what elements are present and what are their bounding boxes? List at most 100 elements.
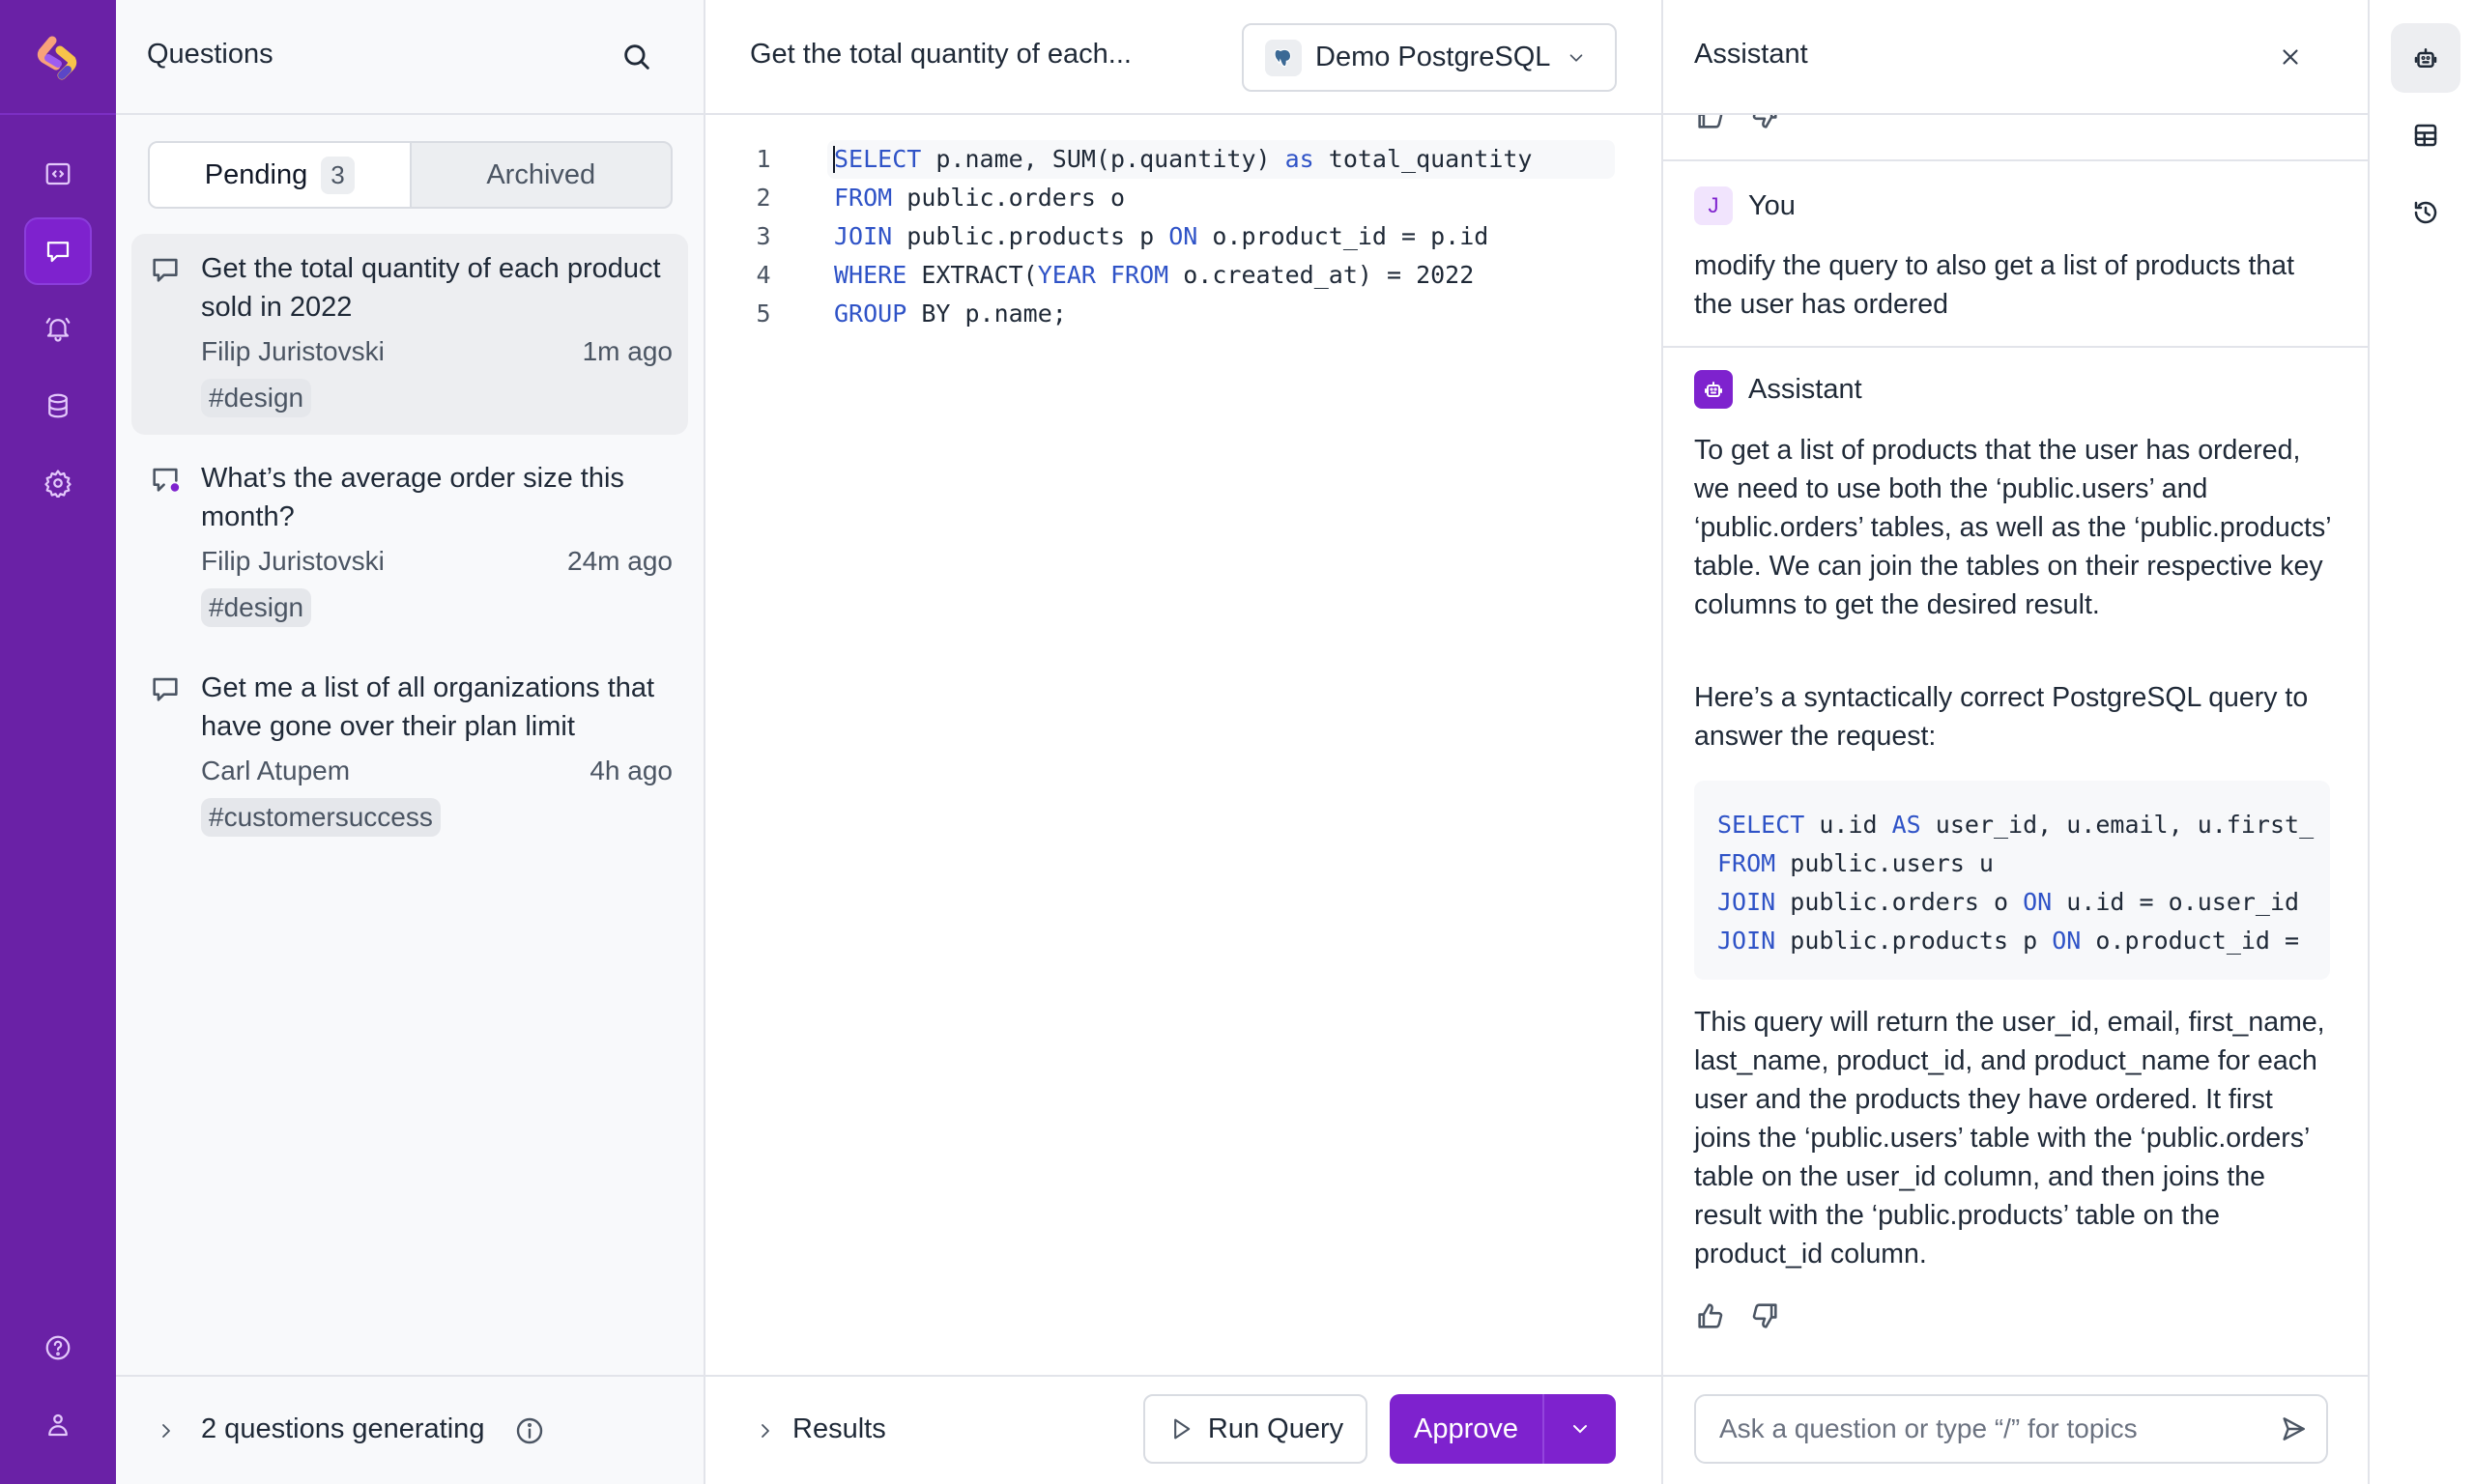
assistant-avatar	[1694, 370, 1733, 409]
text-caret	[833, 146, 835, 173]
questions-panel: Questions Pending 3 Archived Get the tot…	[116, 0, 705, 1484]
chevron-right-icon	[162, 1424, 170, 1438]
nav-editor[interactable]	[24, 140, 92, 208]
database-label: Demo PostgreSQL	[1315, 42, 1551, 72]
code-line[interactable]: 4 WHERE EXTRACT(YEAR FROM o.created_at) =…	[705, 256, 1661, 295]
rail-assistant[interactable]	[2391, 23, 2460, 93]
info-icon[interactable]	[514, 1415, 545, 1446]
app-logo[interactable]	[35, 35, 81, 81]
code-window-icon	[45, 162, 71, 186]
chevron-right-icon[interactable]	[754, 1419, 777, 1442]
sql-text: user_id, u.email, u.first_	[1920, 811, 2315, 839]
sql-keyword: AS	[1891, 811, 1921, 839]
sql-keyword: FROM	[1717, 849, 1776, 877]
message-author: Assistant	[1748, 373, 1862, 405]
table-icon	[2414, 124, 2437, 147]
question-tag[interactable]: #customersuccess	[201, 798, 441, 837]
question-author: Carl Atupem	[201, 756, 351, 785]
nav-databases[interactable]	[24, 372, 92, 440]
code-line: SELECT u.id AS user_id, u.email, u.first…	[1717, 806, 2330, 844]
question-item[interactable]: Get me a list of all organizations that …	[131, 653, 688, 854]
thumbs-down-icon[interactable]	[1748, 115, 1781, 132]
sql-text: total_quantity	[1313, 145, 1533, 173]
code-line[interactable]: 3 JOIN public.products p ON o.product_id …	[705, 217, 1661, 256]
assistant-code-block[interactable]: SELECT u.id AS user_id, u.email, u.first…	[1694, 781, 2330, 980]
database-select[interactable]: Demo PostgreSQL	[1242, 23, 1617, 92]
tab-pending[interactable]: Pending 3	[150, 143, 412, 207]
questions-title: Questions	[147, 39, 273, 70]
search-icon[interactable]	[620, 41, 653, 73]
postgresql-icon	[1265, 39, 1302, 76]
code-line[interactable]: 2 FROM public.orders o	[705, 179, 1661, 217]
results-toggle[interactable]: Results	[792, 1413, 886, 1445]
code-line[interactable]: 5 GROUP BY p.name;	[705, 295, 1661, 333]
line-number: 3	[756, 222, 771, 250]
nav-profile[interactable]	[24, 1391, 92, 1459]
message-outro: This query will return the user_id, emai…	[1694, 1007, 2325, 1270]
question-author: Filip Juristovski	[201, 336, 385, 366]
nav-alerts[interactable]	[24, 295, 92, 362]
question-tag[interactable]: #design	[201, 379, 312, 417]
generating-footer[interactable]: 2 questions generating	[116, 1375, 704, 1484]
assistant-message: Assistant To get a list of products that…	[1663, 348, 2368, 1375]
sql-text: public.users u	[1775, 849, 1994, 877]
question-tag[interactable]: #design	[201, 588, 312, 627]
tab-label: Pending	[204, 158, 308, 190]
ask-input[interactable]	[1694, 1394, 2328, 1464]
nav-settings[interactable]	[24, 449, 92, 517]
robot-icon	[1705, 382, 1722, 397]
history-icon	[2414, 201, 2437, 224]
ask-input-area	[1663, 1375, 2368, 1484]
question-item[interactable]: What’s the average order size this month…	[131, 443, 688, 644]
code-line[interactable]: 1 SELECT p.name, SUM(p.quantity) as total…	[705, 140, 1661, 179]
play-icon	[1173, 1418, 1191, 1440]
code-line: JOIN public.orders o ON u.id = o.user_id	[1717, 883, 2330, 922]
question-item[interactable]: Get the total quantity of each product s…	[131, 234, 688, 435]
thumbs-up-icon[interactable]	[1694, 1299, 1727, 1332]
thumbs-down-icon[interactable]	[1748, 1299, 1781, 1332]
tab-archived[interactable]: Archived	[412, 143, 672, 207]
nav-help[interactable]	[24, 1314, 92, 1382]
approve-dropdown-button[interactable]	[1544, 1394, 1616, 1464]
chevron-down-icon	[1573, 1425, 1587, 1434]
sql-text: o.product_id = p.id	[1197, 222, 1489, 250]
editor-footer: Results Run Query Approve	[705, 1375, 1661, 1484]
sql-text: public.products p	[1775, 927, 2053, 955]
assistant-panel: Assistant J You modify the query to also…	[1663, 0, 2370, 1484]
send-icon[interactable]	[2278, 1413, 2309, 1444]
sql-keyword: GROUP	[834, 300, 907, 328]
message-intro: To get a list of products that the user …	[1694, 435, 2331, 620]
code-line: JOIN public.products p ON o.product_id =	[1717, 922, 2330, 960]
sql-text: u.id	[1804, 811, 1892, 839]
run-query-button[interactable]: Run Query	[1143, 1394, 1367, 1464]
line-number: 1	[756, 145, 771, 173]
sql-code-editor[interactable]: 1 SELECT p.name, SUM(p.quantity) as total…	[705, 140, 1661, 333]
sql-text: u.id = o.user_id	[2052, 888, 2300, 916]
tab-label: Archived	[486, 158, 596, 190]
rail-tables[interactable]	[2391, 100, 2460, 170]
code-content: SELECT p.name, SUM(p.quantity) as total_…	[834, 140, 1533, 179]
sql-keyword: ON	[2023, 888, 2053, 916]
database-icon	[48, 393, 68, 418]
user-message: J You modify the query to also get a lis…	[1663, 161, 2368, 348]
rail-history[interactable]	[2391, 178, 2460, 247]
code-content: JOIN public.products p ON o.product_id =…	[834, 217, 1488, 256]
sql-keyword: JOIN	[834, 222, 893, 250]
bell-icon	[45, 317, 71, 342]
message-lead: Here’s a syntactically correct PostgreSQ…	[1694, 682, 2309, 752]
nav-questions[interactable]	[24, 217, 92, 285]
nav-divider	[0, 113, 116, 115]
sql-keyword: ON	[1168, 222, 1198, 250]
assistant-header: Assistant	[1663, 0, 2368, 115]
sql-text: o.product_id =	[2081, 927, 2315, 955]
question-text: Get the total quantity of each product s…	[201, 253, 661, 323]
approve-button[interactable]: Approve	[1390, 1394, 1544, 1464]
sql-text: p.name, SUM(p.quantity)	[921, 145, 1285, 173]
user-icon	[48, 1413, 68, 1437]
sql-text: EXTRACT(	[906, 261, 1038, 289]
app-sidebar	[0, 0, 116, 1484]
thumbs-up-icon[interactable]	[1694, 115, 1727, 132]
right-tool-rail	[2370, 0, 2474, 1484]
code-content: WHERE EXTRACT(YEAR FROM o.created_at) = …	[834, 256, 1474, 295]
close-icon[interactable]	[2278, 44, 2303, 70]
